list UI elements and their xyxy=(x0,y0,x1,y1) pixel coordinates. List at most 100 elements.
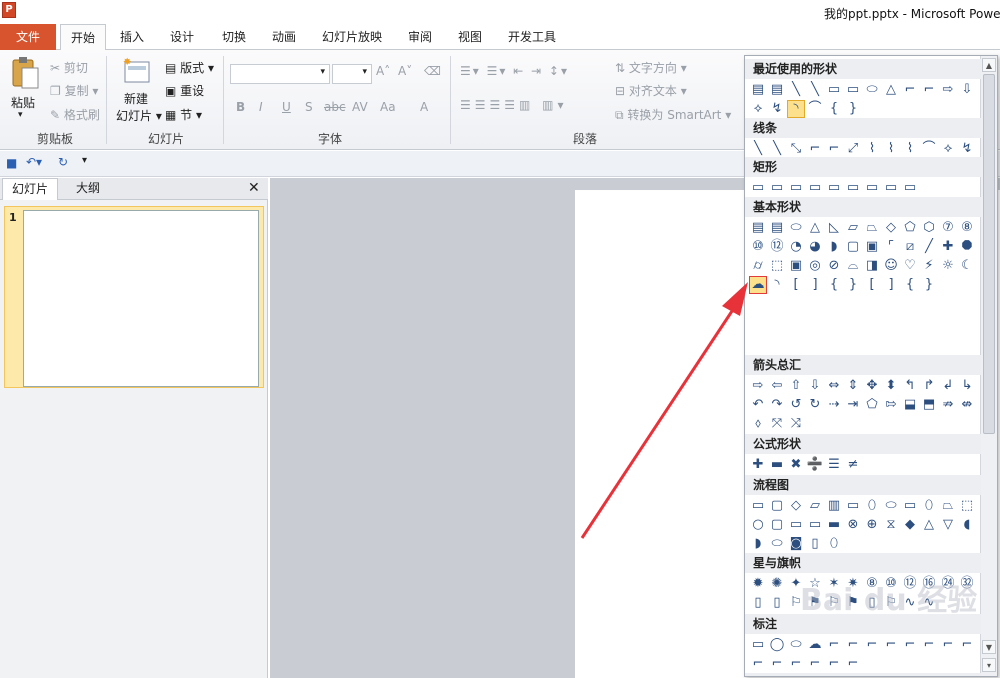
shape-item[interactable]: { xyxy=(901,276,919,294)
shape-item[interactable]: ▯ xyxy=(768,594,786,612)
shape-item[interactable]: ⚡ xyxy=(920,257,938,275)
new-slide-button[interactable]: 幻灯片 ▾ xyxy=(116,107,162,124)
shape-item[interactable]: ⌜ xyxy=(882,238,900,256)
shape-item[interactable]: ⌐ xyxy=(939,636,957,654)
font-family-combo[interactable]: ▾ xyxy=(230,64,330,84)
shape-item[interactable]: ⟡ xyxy=(749,100,767,118)
redo-icon[interactable]: ↻ xyxy=(58,155,68,169)
bold-button[interactable]: B xyxy=(236,100,245,114)
shape-item[interactable]: ⬠ xyxy=(901,219,919,237)
shape-item[interactable]: ⬭ xyxy=(768,535,786,553)
shape-item[interactable]: ▤ xyxy=(749,81,767,99)
shape-item[interactable]: ☺ xyxy=(882,257,900,275)
shape-item[interactable]: ▭ xyxy=(787,179,805,197)
shape-item[interactable]: ⌇ xyxy=(863,140,881,158)
format-painter-button[interactable]: ✎ 格式刷 xyxy=(50,106,100,123)
shape-item[interactable]: ] xyxy=(806,276,824,294)
shape-item[interactable]: ⬭ xyxy=(863,81,881,99)
shape-item[interactable]: ⌐ xyxy=(787,655,805,673)
shape-item[interactable]: ◕ xyxy=(806,238,824,256)
bullets-icon[interactable]: ☰▾ ☰▾ ⇤ ⇥ ↕▾ xyxy=(460,64,569,78)
shape-item[interactable]: ▭ xyxy=(749,636,767,654)
shape-item[interactable]: ⌐ xyxy=(901,81,919,99)
copy-button[interactable]: ❐ 复制 ▾ xyxy=(50,82,98,99)
strikethrough-button[interactable]: abc xyxy=(324,100,346,114)
shape-item[interactable]: ⏢ xyxy=(863,219,881,237)
shape-item[interactable]: ▽ xyxy=(939,516,957,534)
shape-item[interactable]: ⌐ xyxy=(749,655,767,673)
shape-item[interactable]: ⑫ xyxy=(768,238,786,256)
shape-item[interactable]: ▢ xyxy=(768,516,786,534)
shape-item[interactable]: ⬯ xyxy=(863,497,881,515)
shape-item[interactable]: ⌓ xyxy=(844,257,862,275)
shape-item[interactable]: } xyxy=(844,276,862,294)
shape-item[interactable]: ⬯ xyxy=(825,535,843,553)
shape-item[interactable]: ▣ xyxy=(863,238,881,256)
shape-item[interactable]: ⇎ xyxy=(958,396,976,414)
text-direction-button[interactable]: ⇅ 文字方向 ▾ xyxy=(615,59,687,76)
shape-item[interactable]: ⬭ xyxy=(882,497,900,515)
shape-item[interactable]: ✚ xyxy=(939,238,957,256)
shape-item[interactable]: ⇥ xyxy=(844,396,862,414)
shape-item[interactable]: ◆ xyxy=(901,516,919,534)
cut-button[interactable]: ✂ 剪切 xyxy=(50,59,88,76)
shape-item[interactable]: ⇔ xyxy=(825,377,843,395)
shape-item[interactable]: ⬚ xyxy=(958,497,976,515)
shape-item[interactable]: ↺ xyxy=(787,396,805,414)
shape-item[interactable]: ↲ xyxy=(939,377,957,395)
shape-item[interactable]: ⤧ xyxy=(768,415,786,433)
save-icon[interactable]: ■ xyxy=(6,156,17,170)
char-spacing-button[interactable]: AV xyxy=(352,100,368,114)
shape-item[interactable]: ▢ xyxy=(844,238,862,256)
shape-item[interactable]: ◇ xyxy=(787,497,805,515)
shape-item[interactable]: ▭ xyxy=(901,179,919,197)
shape-item[interactable]: ◨ xyxy=(863,257,881,275)
shape-item[interactable]: ◎ xyxy=(806,257,824,275)
shape-item[interactable]: ▢ xyxy=(768,497,786,515)
section-button[interactable]: ▦ 节 ▾ xyxy=(165,106,202,123)
shape-item[interactable]: ⬍ xyxy=(882,377,900,395)
reset-button[interactable]: ▣ 重设 xyxy=(165,82,204,99)
shape-item[interactable]: ↰ xyxy=(901,377,919,395)
shape-item[interactable]: ⬒ xyxy=(920,396,938,414)
shape-item[interactable]: ♡ xyxy=(901,257,919,275)
shape-item[interactable]: ◙ xyxy=(787,535,805,553)
shape-item[interactable]: ◔ xyxy=(787,238,805,256)
shape-item[interactable]: { xyxy=(825,100,843,118)
scroll-down-icon[interactable]: ▼ xyxy=(982,640,996,654)
shape-item[interactable]: ⌐ xyxy=(958,636,976,654)
shape-item[interactable]: ⌇ xyxy=(901,140,919,158)
shape-item[interactable]: ▭ xyxy=(844,81,862,99)
italic-button[interactable]: I xyxy=(259,100,263,114)
shape-item[interactable]: ▤ xyxy=(768,81,786,99)
shape-item[interactable]: ◖ xyxy=(958,516,976,534)
shape-item[interactable]: ⯃ xyxy=(958,238,976,256)
clear-format-icon[interactable]: ⌫ xyxy=(424,64,441,78)
shape-item[interactable]: ⊘ xyxy=(825,257,843,275)
shape-item[interactable]: [ xyxy=(787,276,805,294)
shape-item[interactable]: ⌐ xyxy=(806,140,824,158)
tab-file[interactable]: 文件 xyxy=(0,24,56,50)
shape-item[interactable]: ☼ xyxy=(939,257,957,275)
underline-button[interactable]: U xyxy=(282,100,291,114)
shape-item[interactable]: ⌐ xyxy=(825,140,843,158)
shape-item[interactable]: ▭ xyxy=(882,179,900,197)
shape-item[interactable]: ⌒ xyxy=(920,140,938,158)
shape-item[interactable]: ✥ xyxy=(863,377,881,395)
undo-icon[interactable]: ↶▾ xyxy=(26,155,42,169)
shrink-font-button[interactable]: A˅ xyxy=(398,64,412,78)
shape-item[interactable]: ⌐ xyxy=(882,636,900,654)
shape-item[interactable]: ╱ xyxy=(920,238,938,256)
paste-button[interactable]: 粘贴 xyxy=(11,94,35,111)
slide-thumbnail[interactable] xyxy=(23,210,259,387)
shape-item[interactable]: ⌐ xyxy=(825,655,843,673)
shape-item[interactable]: ⊕ xyxy=(863,516,881,534)
shape-item[interactable]: ▤ xyxy=(749,219,767,237)
shape-item[interactable]: ⇩ xyxy=(958,81,976,99)
shape-item[interactable]: ↯ xyxy=(768,100,786,118)
tab-review[interactable]: 审阅 xyxy=(398,24,442,50)
shape-item[interactable]: ▱ xyxy=(806,497,824,515)
shape-item[interactable]: ⌐ xyxy=(844,655,862,673)
align-icons[interactable]: ☰☰☰☰▥ ▥▾ xyxy=(460,98,568,112)
shape-item[interactable]: ⌐ xyxy=(768,655,786,673)
